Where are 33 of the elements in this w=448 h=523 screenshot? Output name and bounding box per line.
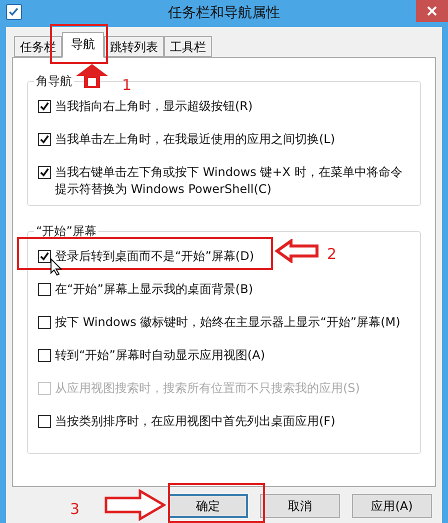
checkbox[interactable] (38, 349, 51, 362)
group-title: 角导航 (35, 73, 73, 90)
window-icon (6, 4, 22, 20)
callout-number: 3 (70, 499, 80, 520)
dialog-button[interactable]: 取消 (260, 494, 340, 518)
left-arrow-icon (275, 239, 319, 263)
checkbox-option[interactable]: 当我右键单击左下角或按下 Windows 键+X 时，在菜单中将命令提示符替换为 Windows PowerShell(C) (38, 156, 410, 206)
checkbox-option[interactable]: 在“开始”屏幕上显示我的桌面背景(B) (38, 273, 254, 306)
callout-number: 2 (327, 244, 337, 265)
window-title: 任务栏和导航属性 (168, 4, 280, 23)
checkbox[interactable] (38, 250, 51, 263)
checkbox-option[interactable]: 按下 Windows 徽标键时，始终在主显示器上显示“开始”屏幕(M) (38, 306, 400, 339)
group-title: “开始”屏幕 (35, 223, 98, 240)
dialog-button[interactable]: 应用(A) (352, 494, 432, 518)
checkbox-option[interactable]: 转到“开始”屏幕时自动显示应用视图(A) (38, 339, 266, 372)
close-icon (427, 6, 437, 16)
checkbox-option[interactable]: 当按类别排序时，在应用视图中首先列出桌面应用(F) (38, 405, 336, 438)
checkbox[interactable] (38, 283, 51, 296)
dialog-button[interactable]: 确定 (168, 494, 248, 518)
checkbox[interactable] (38, 415, 51, 428)
checkbox-option: 从应用视图搜索时，搜索所有位置而不只搜索我的应用(S) (38, 372, 360, 405)
checkbox[interactable] (38, 133, 51, 146)
close-button[interactable] (416, 0, 448, 22)
up-arrow-icon (75, 63, 109, 89)
tab[interactable]: 工具栏 (164, 36, 212, 57)
checkbox[interactable] (38, 100, 51, 113)
tab[interactable]: 导航 (62, 32, 104, 58)
checkbox-option[interactable]: 当我单击左上角时，在我最近使用的应用之间切换(L) (38, 123, 336, 156)
checkbox[interactable] (38, 316, 51, 329)
checkbox[interactable] (38, 166, 51, 179)
tab[interactable]: 跳转列表 (104, 36, 164, 57)
checkbox-option[interactable]: 登录后转到桌面而不是“开始”屏幕(D) (38, 240, 254, 273)
right-arrow-icon (104, 489, 166, 521)
